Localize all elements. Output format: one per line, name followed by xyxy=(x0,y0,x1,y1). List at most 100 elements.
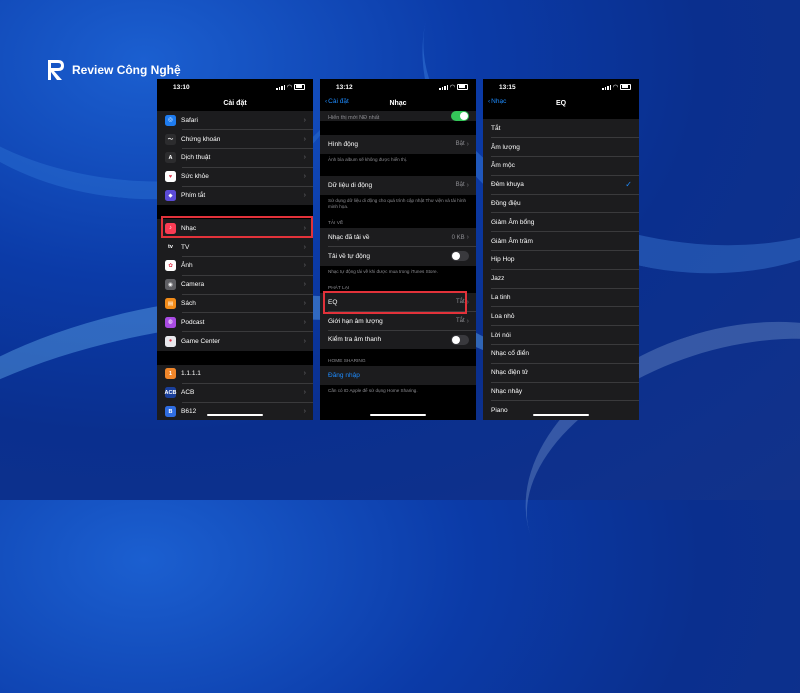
wifi-icon: ◠ xyxy=(450,84,455,91)
page-title: Nhạc xyxy=(389,99,407,107)
brand-name: Review Công Nghệ xyxy=(72,63,181,77)
footer-note: Cần có ID Apple để sử dụng Home Sharing. xyxy=(328,388,418,394)
settings-group: ♪ Nhạc › tv TV › ✿ Ảnh › ◉ Camera › ▤ Sách › ◍ Podcast › ●… xyxy=(157,218,313,351)
eq-option-am-moc[interactable]: Âm mộc xyxy=(483,157,639,176)
chevron-right-icon: › xyxy=(466,140,469,148)
eq-option-loi-noi[interactable]: Lời nói xyxy=(483,326,639,345)
footer-note: Ảnh bìa album sẽ không được hiển thị. xyxy=(328,156,408,162)
section-header: HOME SHARING xyxy=(328,359,366,365)
settings-row-sound-check[interactable]: Kiểm tra âm thanh xyxy=(320,331,476,350)
chevron-right-icon: › xyxy=(303,318,306,326)
chevron-right-icon: › xyxy=(303,281,306,289)
nhac-app-icon: ♪ xyxy=(165,222,176,234)
podcast-app-icon: ◍ xyxy=(165,316,176,328)
eq-option-giam-am-tram[interactable]: Giảm Âm trầm xyxy=(483,232,639,251)
chevron-right-icon: › xyxy=(303,135,306,143)
status-time: 13:10 xyxy=(173,83,190,91)
eq-option-loa-nho[interactable]: Loa nhỏ xyxy=(483,307,639,326)
wifi-icon: ◠ xyxy=(287,84,292,91)
eq-option-tat[interactable]: Tắt xyxy=(483,119,639,138)
sach-app-icon: ▤ xyxy=(165,298,176,310)
settings-row-downloaded-music[interactable]: Nhạc đã tải về 0 KB › xyxy=(320,228,476,247)
settings-item-sach[interactable]: ▤ Sách › xyxy=(157,294,313,313)
phone-music-settings-screen: 13:12 ◠ ‹ Cài đặt Nhạc Hiển thị mới NĐ nh… xyxy=(320,79,476,420)
chevron-right-icon: › xyxy=(303,243,306,251)
eq-option-hip-hop[interactable]: Hip Hop xyxy=(483,251,639,270)
signal-icon xyxy=(276,84,285,90)
nav-bar: ‹ Cài đặt Nhạc xyxy=(320,95,476,111)
chevron-right-icon: › xyxy=(303,154,306,162)
nav-bar: ‹ Nhạc EQ xyxy=(483,95,639,111)
eq-option-nhac-dien-tu[interactable]: Nhạc điện tử xyxy=(483,363,639,383)
page-title: Cài đặt xyxy=(223,99,247,107)
suc-khoe-app-icon: ♥ xyxy=(165,171,176,183)
phone-settings-screen: 13:10 ◠ Cài đặt ◎ Safari › 〜 Chứng khoán › A Dị… xyxy=(157,79,313,420)
signal-icon xyxy=(439,84,448,90)
settings-item-game-center[interactable]: ● Game Center › xyxy=(157,332,313,351)
anh-app-icon: ✿ xyxy=(165,260,176,272)
chung-khoan-app-icon: 〜 xyxy=(165,133,176,145)
sign-in-link[interactable]: Đăng nhập xyxy=(320,366,476,385)
status-time: 13:12 xyxy=(336,83,353,91)
settings-item-camera[interactable]: ◉ Camera › xyxy=(157,275,313,295)
toggle-switch[interactable] xyxy=(451,251,469,262)
b612-app-icon: B xyxy=(165,406,176,418)
settings-group: ◎ Safari › 〜 Chứng khoán › A Dịch thuật › ♥ Sức kh… xyxy=(157,111,313,205)
chevron-right-icon: › xyxy=(303,224,306,232)
dich-thuat-app-icon: A xyxy=(165,152,176,164)
settings-item-suc-khoe[interactable]: ♥ Sức khỏe › xyxy=(157,167,313,187)
settings-item-safari[interactable]: ◎ Safari › xyxy=(157,111,313,130)
eq-option-nhac-nhay[interactable]: Nhạc nhảy xyxy=(483,382,639,401)
chevron-right-icon: › xyxy=(303,337,306,345)
camera-app-icon: ◉ xyxy=(165,279,176,291)
chevron-right-icon: › xyxy=(303,116,306,124)
section-header: TẢI VỀ xyxy=(328,221,344,227)
chevron-left-icon: ‹ xyxy=(325,98,328,105)
settings-item-anh[interactable]: ✿ Ảnh › xyxy=(157,257,313,276)
home-indicator xyxy=(207,413,263,416)
toggle-switch[interactable] xyxy=(451,334,469,345)
settings-item-podcast[interactable]: ◍ Podcast › xyxy=(157,313,313,332)
signal-icon xyxy=(602,84,611,90)
toggle-switch[interactable] xyxy=(451,111,469,121)
eq-option-am-luong[interactable]: Âm lượng xyxy=(483,138,639,157)
eq-option-jazz[interactable]: Jazz xyxy=(483,269,639,289)
eq-option-la-tinh[interactable]: La tinh xyxy=(483,288,639,307)
settings-item-nhac[interactable]: ♪ Nhạc › xyxy=(157,219,313,238)
1-1-1-1-app-icon: 1 xyxy=(165,368,176,380)
status-bar: 13:15 ◠ xyxy=(483,79,639,95)
settings-group: 1 1.1.1.1 › ACB ACB › B B612 › xyxy=(157,364,313,420)
settings-item-acb[interactable]: ACB ACB › xyxy=(157,383,313,403)
chevron-right-icon: › xyxy=(466,298,469,306)
phim-tat-app-icon: ◆ xyxy=(165,190,176,202)
home-indicator xyxy=(370,413,426,416)
settings-item-dich-thuat[interactable]: A Dịch thuật › xyxy=(157,149,313,168)
eq-option-dem-khuya[interactable]: Đêm khuya ✓ xyxy=(483,175,639,195)
eq-option-piano[interactable]: Piano xyxy=(483,401,639,420)
settings-item-tv[interactable]: tv TV › xyxy=(157,238,313,257)
chevron-right-icon: › xyxy=(466,317,469,325)
settings-item-chung-khoan[interactable]: 〜 Chứng khoán › xyxy=(157,130,313,149)
eq-option-nhac-co-dien[interactable]: Nhạc cổ điển xyxy=(483,345,639,364)
chevron-left-icon: ‹ xyxy=(488,98,491,105)
chevron-right-icon: › xyxy=(303,300,306,308)
settings-row-eq[interactable]: EQ Tắt › xyxy=(320,293,476,312)
settings-row-cellular-data[interactable]: Dữ liệu di động Bật › xyxy=(320,176,476,195)
back-button[interactable]: ‹ Cài đặt xyxy=(325,98,349,105)
checkmark-icon: ✓ xyxy=(625,180,632,190)
settings-item-1-1-1-1[interactable]: 1 1.1.1.1 › xyxy=(157,365,313,384)
eq-option-dong-dieu[interactable]: Đồng điệu xyxy=(483,194,639,213)
settings-row-top[interactable]: Hiển thị mới NĐ nhất xyxy=(320,111,476,121)
settings-item-b612[interactable]: B B612 › xyxy=(157,402,313,420)
chevron-right-icon: › xyxy=(466,234,469,242)
phone-eq-screen: 13:15 ◠ ‹ Nhạc EQ Tắt Âm lượng Âm mộc Đêm kh… xyxy=(483,79,639,420)
eq-option-giam-am-bong[interactable]: Giảm Âm bổng xyxy=(483,213,639,232)
settings-row-hinh-dong[interactable]: Hình động Bật › xyxy=(320,135,476,154)
back-button[interactable]: ‹ Nhạc xyxy=(488,98,506,105)
section-header: PHÁT LẠI xyxy=(328,285,350,291)
chevron-right-icon: › xyxy=(303,262,306,270)
settings-item-phim-tat[interactable]: ◆ Phím tắt › xyxy=(157,186,313,205)
settings-row-volume-limit[interactable]: Giới hạn âm lượng Tắt › xyxy=(320,312,476,331)
settings-row-auto-download[interactable]: Tải về tự động xyxy=(320,247,476,266)
chevron-right-icon: › xyxy=(303,192,306,200)
